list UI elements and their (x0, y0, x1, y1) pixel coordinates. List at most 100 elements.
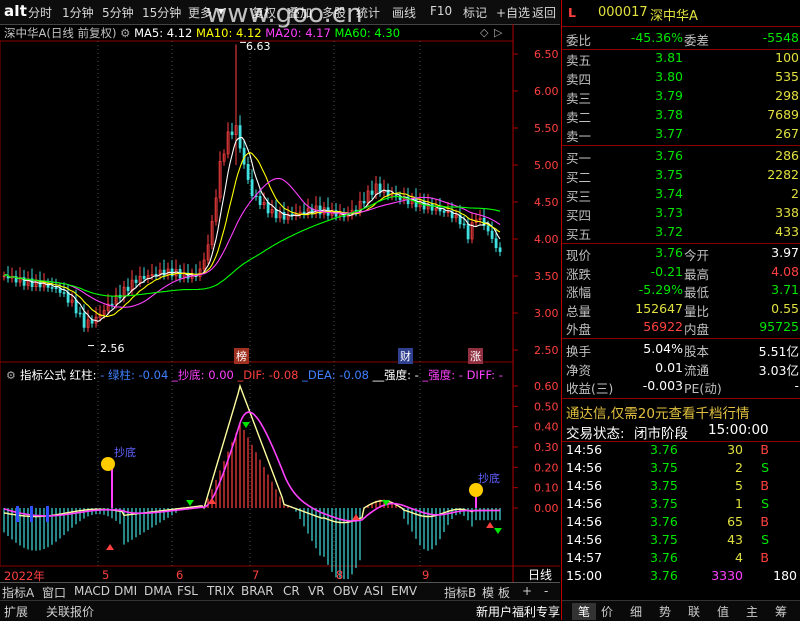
indicator-tick-label: 0.60 (534, 380, 559, 393)
expand-button[interactable]: 扩展 (4, 603, 28, 620)
stat2-label: 净资 (566, 362, 592, 378)
stat2-row: 换手 5.04% 股本 5.51亿 (562, 341, 800, 359)
tick-time: 14:56 (566, 460, 603, 475)
diamond-icon[interactable]: ◇ (480, 26, 488, 39)
ask-row[interactable]: 卖二 3.78 7689 (562, 107, 800, 125)
ask-price: 3.81 (655, 50, 683, 65)
tick-price: 3.75 (650, 478, 678, 493)
bid-row[interactable]: 买三 3.74 2 (562, 186, 800, 204)
stat2-row: 收益(三) -0.003 PE(动) - (562, 378, 800, 396)
tab-dma[interactable]: DMA (144, 584, 172, 598)
tab-fenshi[interactable]: 分时 (28, 4, 52, 21)
tab-mo[interactable]: 模 (482, 584, 494, 601)
period-button[interactable]: 日线 (528, 566, 552, 583)
tick-price: 3.76 (650, 514, 678, 529)
tab-emv[interactable]: EMV (391, 584, 417, 598)
add-tab-button[interactable]: + (522, 584, 532, 598)
tab-indicator-b[interactable]: 指标B (444, 584, 476, 601)
stock-name: 深中华A (650, 9, 698, 24)
stat-label: 现价 (566, 248, 592, 263)
candle-body (370, 190, 374, 195)
panel-tab[interactable]: 势 (659, 603, 671, 620)
tab-window[interactable]: 窗口 (42, 584, 66, 601)
tab-1min[interactable]: 1分钟 (62, 4, 94, 21)
tick-direction: 180 (773, 568, 797, 583)
ask-row[interactable]: 卖一 3.77 267 (562, 126, 800, 144)
tab-trix[interactable]: TRIX (207, 584, 234, 598)
tick-direction: B (760, 550, 769, 565)
tick-direction: B (760, 478, 769, 493)
ask-label: 卖四 (566, 72, 592, 87)
price-tick-label: 3.00 (534, 307, 559, 320)
mark-button[interactable]: 标记 (463, 4, 487, 21)
bid-row[interactable]: 买五 3.72 433 (562, 224, 800, 242)
tick-volume: 65 (727, 514, 743, 529)
marker-bang[interactable]: 榜 (234, 348, 249, 364)
add-favorite-button[interactable]: +自选 (496, 4, 530, 21)
bid-row[interactable]: 买二 3.75 2282 (562, 167, 800, 185)
tab-indicator-a[interactable]: 指标A (2, 584, 34, 601)
marker-cai[interactable]: 财 (398, 348, 413, 364)
ask-row[interactable]: 卖四 3.80 535 (562, 69, 800, 87)
f10-button[interactable]: F10 (430, 4, 452, 18)
kline-chart[interactable]: 6.50 6.00 5.50 5.00 4.50 4.00 3.50 3.00 2.50 0.60… (0, 24, 560, 582)
tab-vr[interactable]: VR (308, 584, 325, 598)
related-quote-button[interactable]: 关联报价 (46, 603, 94, 620)
indicator-tick-label: 0.50 (534, 400, 559, 413)
tick-row: 14:56 3.75 43 S (562, 532, 800, 550)
tab-fsl[interactable]: FSL (177, 584, 198, 598)
tick-row: 14:56 3.76 65 B (562, 514, 800, 532)
stat2-value: 0.01 (655, 359, 683, 375)
tab-dmi[interactable]: DMI (114, 584, 137, 598)
draw-button[interactable]: 画线 (392, 4, 416, 21)
bid-volume: 286 (775, 148, 799, 163)
ma5-line (3, 136, 501, 322)
tab-asi[interactable]: ASI (364, 584, 383, 598)
panel-tab[interactable]: 值 (717, 603, 729, 620)
panel-tab[interactable]: 主 (746, 603, 758, 620)
gear-icon[interactable]: ⚙ (120, 26, 130, 40)
panel-tab[interactable]: 价 (601, 603, 613, 620)
bid-label: 买一 (566, 151, 592, 166)
low-label: 2.56 (100, 342, 125, 355)
tick-time: 14:57 (566, 550, 603, 565)
tab-brar[interactable]: BRAR (241, 584, 274, 598)
sell-arrow-icon (186, 500, 194, 506)
buy-arrow-icon (352, 514, 360, 520)
tab-5min[interactable]: 5分钟 (102, 4, 134, 21)
tab-macd[interactable]: MACD (74, 584, 110, 598)
ad-text[interactable]: 通达信,仅需20元查看千档行情 (566, 402, 749, 422)
promo-link[interactable]: 新用户福利专享 (476, 603, 560, 620)
tick-volume: 5 (735, 478, 743, 493)
tab-15min[interactable]: 15分钟 (142, 4, 181, 21)
panel-tab[interactable]: 联 (688, 603, 700, 620)
tab-ban[interactable]: 板 (498, 584, 510, 601)
legend-strength2: _强度: - (422, 368, 463, 382)
price-tick-label: 5.50 (534, 122, 559, 135)
gear-icon[interactable]: ⚙ (6, 369, 16, 382)
ad-row[interactable]: 通达信,仅需20元查看千档行情 (562, 402, 800, 422)
tick-direction: S (761, 496, 769, 511)
tab-obv[interactable]: OBV (333, 584, 359, 598)
back-button[interactable]: 返回 (532, 4, 556, 21)
panel-tab[interactable]: 笔 (572, 603, 597, 620)
quote-panel: L 000017 深中华A 委比 -45.36% 委差 -5548 卖五 3.81… (476, 0, 800, 621)
bid-row[interactable]: 买一 3.76 286 (562, 148, 800, 166)
collapse-icon[interactable]: ▷ (494, 26, 502, 39)
stat-label: 内盘 (684, 322, 710, 337)
candle-body (274, 209, 278, 219)
panel-tab[interactable]: 细 (630, 603, 642, 620)
marker-zhang[interactable]: 涨 (468, 348, 483, 364)
candle-body (78, 312, 82, 315)
stat-row: 涨跌 -0.21 最高 4.08 (562, 264, 800, 282)
stat-value: 3.97 (771, 245, 799, 260)
panel-tab[interactable]: 筹 (775, 603, 787, 620)
blue-marker (30, 506, 33, 522)
candle-body (154, 273, 158, 276)
tab-cr[interactable]: CR (283, 584, 300, 598)
ask-row[interactable]: 卖五 3.81 100 (562, 50, 800, 68)
buy-arrow-icon (106, 544, 114, 550)
ask-row[interactable]: 卖三 3.79 298 (562, 88, 800, 106)
remove-tab-button[interactable]: - (544, 584, 548, 598)
bid-row[interactable]: 买四 3.73 338 (562, 205, 800, 223)
